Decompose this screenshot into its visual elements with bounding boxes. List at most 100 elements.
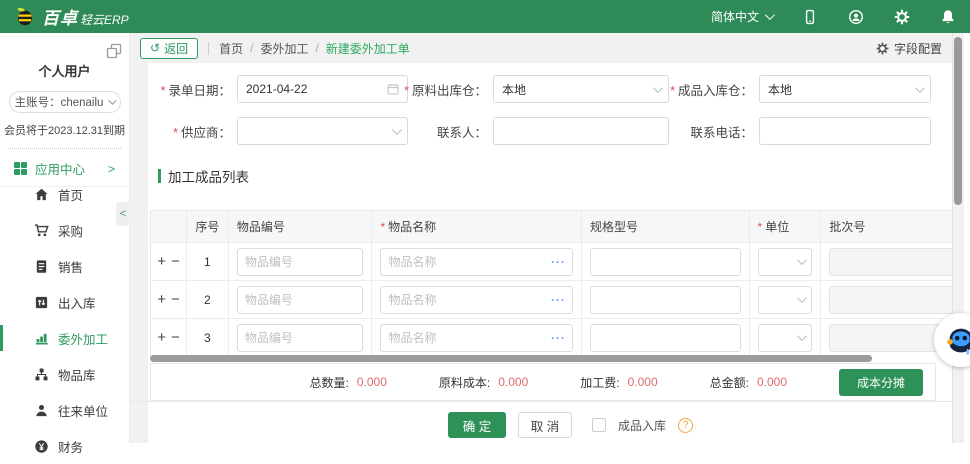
- field-config-label: 字段配置: [894, 40, 942, 57]
- item-name-input[interactable]: [380, 324, 572, 352]
- item-name-input[interactable]: [380, 286, 572, 314]
- robot-mascot-icon: [942, 321, 970, 359]
- table-header-row: 序号 物品编号 *物品名称 规格型号 *单位 批次号: [151, 211, 952, 243]
- language-selector[interactable]: 简体中文: [711, 8, 772, 25]
- back-button[interactable]: ↺ 返回: [140, 38, 198, 59]
- remove-row-button[interactable]: −: [171, 254, 180, 269]
- unit-select[interactable]: [758, 248, 813, 276]
- bee-logo-icon: [14, 6, 36, 28]
- sidebar-item-purchase[interactable]: 采购: [0, 212, 129, 248]
- items-table: 序号 物品编号 *物品名称 规格型号 *单位 批次号 + − 1 ···: [150, 210, 952, 356]
- field-label: 联系电话：: [690, 126, 753, 140]
- summary-processing-fee: 加工费: 0.000: [580, 374, 657, 391]
- spec-input[interactable]: [590, 324, 741, 352]
- chevron-down-icon: [109, 96, 117, 104]
- field-phone: 联系电话：: [663, 117, 931, 145]
- cost-allocation-button[interactable]: 成本分摊: [839, 369, 923, 396]
- required-mark: *: [404, 84, 409, 98]
- sidebar-collapse-handle[interactable]: <: [116, 202, 130, 226]
- sidebar-item-warehouse[interactable]: 出入库: [0, 284, 129, 320]
- required-mark: *: [173, 126, 178, 140]
- chevron-down-icon: [797, 255, 807, 265]
- sidebar-item-label: 采购: [58, 221, 83, 240]
- item-picker-ellipsis[interactable]: ···: [551, 293, 566, 307]
- phone-input[interactable]: [759, 117, 931, 145]
- unit-select[interactable]: [758, 324, 813, 352]
- item-code-input[interactable]: [237, 286, 364, 314]
- select-value: 本地: [768, 81, 792, 98]
- main-area: ↺ 返回 首页 / 委外加工 / 新建委外加工单 字段配置 *录单日期：: [130, 33, 952, 443]
- header-name: *物品名称: [372, 211, 581, 242]
- support-icon[interactable]: [848, 9, 864, 25]
- sidebar-item-label: 物品库: [58, 365, 96, 384]
- breadcrumb-home[interactable]: 首页: [219, 40, 243, 57]
- sidebar-item-partners[interactable]: 往来单位: [0, 392, 129, 428]
- item-picker-ellipsis[interactable]: ···: [551, 255, 566, 269]
- field-product-warehouse: *成品入库仓： 本地: [663, 75, 931, 103]
- required-mark: *: [380, 220, 385, 234]
- cart-icon: [34, 223, 49, 238]
- product-inbound-checkbox[interactable]: [592, 418, 606, 432]
- language-label: 简体中文: [711, 8, 759, 25]
- add-row-button[interactable]: +: [157, 254, 166, 269]
- add-row-button[interactable]: +: [157, 292, 166, 307]
- horizontal-scrollbar[interactable]: [150, 355, 872, 362]
- sidebar-item-items[interactable]: 物品库: [0, 356, 129, 392]
- sidebar-item-outsourcing[interactable]: 委外加工: [0, 320, 129, 356]
- product-warehouse-select[interactable]: 本地: [759, 75, 931, 103]
- field-material-warehouse: *原料出库仓： 本地: [403, 75, 669, 103]
- item-code-input[interactable]: [237, 248, 364, 276]
- item-name-input[interactable]: [380, 248, 572, 276]
- divider: [208, 42, 209, 55]
- coin-icon: [34, 439, 49, 454]
- summary-value: 0.000: [628, 375, 658, 389]
- contact-value[interactable]: [502, 124, 660, 138]
- panel-toggle-icon[interactable]: [105, 42, 123, 60]
- item-code-input[interactable]: [237, 324, 364, 352]
- field-supplier: *供应商：: [156, 117, 408, 145]
- sidebar-item-sales[interactable]: 销售: [0, 248, 129, 284]
- sidebar-item-label: 往来单位: [58, 401, 108, 420]
- chevron-down-icon: [392, 125, 402, 135]
- summary-total-amount: 总金额: 0.000: [710, 374, 787, 391]
- vertical-scrollbar-thumb[interactable]: [954, 37, 962, 205]
- remove-row-button[interactable]: −: [171, 292, 180, 307]
- spec-input[interactable]: [590, 286, 741, 314]
- required-mark: *: [670, 84, 675, 98]
- material-warehouse-select[interactable]: 本地: [493, 75, 669, 103]
- back-icon: ↺: [150, 41, 160, 55]
- confirm-button[interactable]: 确 定: [448, 412, 506, 438]
- gear-icon[interactable]: [894, 9, 910, 25]
- field-entry-date: *录单日期：: [156, 75, 408, 103]
- warehouse-icon: [34, 295, 49, 310]
- brand-subtitle: 轻云ERP: [80, 13, 129, 27]
- app-logo: 百卓轻云ERP: [14, 4, 129, 29]
- entry-date-value[interactable]: [246, 82, 387, 96]
- mobile-icon[interactable]: [802, 9, 818, 25]
- item-picker-ellipsis[interactable]: ···: [551, 331, 566, 345]
- cancel-button[interactable]: 取 消: [518, 412, 572, 438]
- account-selector[interactable]: 主账号：chenailu: [9, 91, 121, 113]
- topbar: 百卓轻云ERP 简体中文: [0, 0, 970, 33]
- sidebar-item-home[interactable]: 首页: [0, 176, 129, 212]
- supplier-select[interactable]: [237, 117, 408, 145]
- spec-input[interactable]: [590, 248, 741, 276]
- contact-input[interactable]: [493, 117, 669, 145]
- divider: [8, 148, 121, 149]
- row-index: 1: [187, 243, 229, 280]
- field-config-button[interactable]: 字段配置: [876, 40, 942, 57]
- breadcrumb-section[interactable]: 委外加工: [260, 40, 308, 57]
- field-label: 成品入库仓：: [678, 84, 753, 98]
- help-icon[interactable]: ?: [678, 418, 693, 433]
- bell-icon[interactable]: [940, 9, 956, 25]
- header-spec: 规格型号: [582, 211, 750, 242]
- back-label: 返回: [164, 40, 188, 57]
- remove-row-button[interactable]: −: [171, 330, 180, 345]
- sidebar-item-finance[interactable]: 财务: [0, 428, 129, 464]
- add-row-button[interactable]: +: [157, 330, 166, 345]
- date-input[interactable]: [237, 75, 408, 103]
- breadcrumb-separator: /: [250, 41, 253, 55]
- gear-icon: [876, 42, 889, 55]
- unit-select[interactable]: [758, 286, 813, 314]
- phone-value[interactable]: [768, 124, 922, 138]
